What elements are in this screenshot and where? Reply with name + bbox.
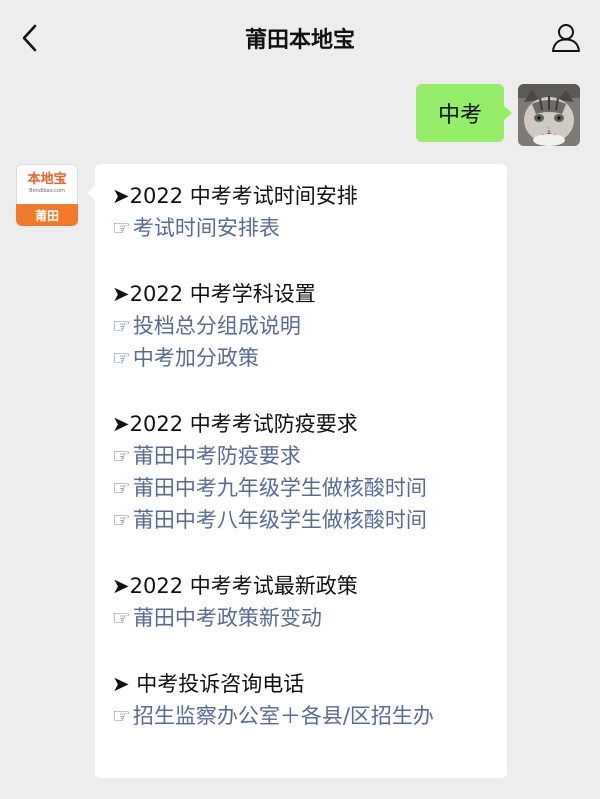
section-subjects: ➤2022 中考学科设置 ☞投档总分组成说明 ☞中考加分政策 (112, 278, 507, 374)
logo-subtext: Bendibao.com (29, 187, 65, 194)
link-grade9-test[interactable]: ☞莆田中考九年级学生做核酸时间 (112, 472, 507, 504)
section-title: ➤2022 中考考试时间安排 (112, 184, 358, 208)
section-epidemic: ➤2022 中考考试防疫要求 ☞莆田中考防疫要求 ☞莆田中考九年级学生做核酸时间… (112, 408, 507, 536)
link-score-composition[interactable]: ☞投档总分组成说明 (112, 310, 507, 342)
section-title: ➤2022 中考考试防疫要求 (112, 412, 358, 436)
pointing-hand-icon: ☞ (112, 508, 131, 532)
chevron-left-icon (22, 24, 37, 52)
section-latest-policy: ➤2022 中考考试最新政策 ☞莆田中考政策新变动 (112, 570, 507, 634)
back-button[interactable] (14, 22, 46, 54)
pointing-hand-icon: ☞ (112, 476, 131, 500)
arrow-marker-icon: ➤ (112, 672, 130, 696)
top-bar: 莆田本地宝 (0, 0, 600, 76)
link-policy-changes[interactable]: ☞莆田中考政策新变动 (112, 602, 507, 634)
logo-text: 本地宝 (27, 171, 67, 187)
section-title: ➤2022 中考学科设置 (112, 282, 316, 306)
link-bonus-policy[interactable]: ☞中考加分政策 (112, 342, 507, 374)
bot-avatar[interactable]: 本地宝 Bendibao.com 莆田 (16, 164, 78, 226)
pointing-hand-icon: ☞ (112, 606, 131, 630)
incoming-bubble: ➤2022 中考考试时间安排 ☞考试时间安排表 ➤2022 中考学科设置 ☞投档… (87, 164, 507, 778)
link-epidemic-requirements[interactable]: ☞莆田中考防疫要求 (112, 440, 507, 472)
link-grade8-test[interactable]: ☞莆田中考八年级学生做核酸时间 (112, 504, 507, 536)
section-title: ➤ 中考投诉咨询电话 (112, 672, 305, 696)
section-exam-schedule: ➤2022 中考考试时间安排 ☞考试时间安排表 (112, 180, 507, 244)
section-title: ➤2022 中考考试最新政策 (112, 574, 358, 598)
pointing-hand-icon: ☞ (112, 346, 131, 370)
link-exam-schedule[interactable]: ☞考试时间安排表 (112, 212, 507, 244)
pointing-hand-icon: ☞ (112, 216, 131, 240)
city-band: 莆田 (16, 204, 78, 226)
page-title: 莆田本地宝 (244, 28, 355, 53)
section-complaint-hotline: ➤ 中考投诉咨询电话 ☞招生监察办公室＋各县/区招生办 (112, 668, 507, 732)
link-complaint-office[interactable]: ☞招生监察办公室＋各县/区招生办 (112, 700, 494, 732)
profile-button[interactable] (548, 20, 584, 56)
arrow-marker-icon: ➤ (112, 412, 130, 436)
arrow-marker-icon: ➤ (112, 282, 130, 306)
arrow-marker-icon: ➤ (112, 574, 130, 598)
arrow-marker-icon: ➤ (112, 184, 130, 208)
pointing-hand-icon: ☞ (112, 704, 131, 728)
pointing-hand-icon: ☞ (112, 444, 131, 468)
avatar[interactable] (518, 84, 580, 146)
outgoing-message: 中考 (415, 84, 580, 146)
outgoing-bubble[interactable]: 中考 (415, 84, 513, 142)
user-icon (552, 24, 580, 52)
pointing-hand-icon: ☞ (112, 314, 131, 338)
cat-avatar-image (518, 84, 580, 146)
bendibao-logo: 本地宝 Bendibao.com (16, 168, 78, 198)
